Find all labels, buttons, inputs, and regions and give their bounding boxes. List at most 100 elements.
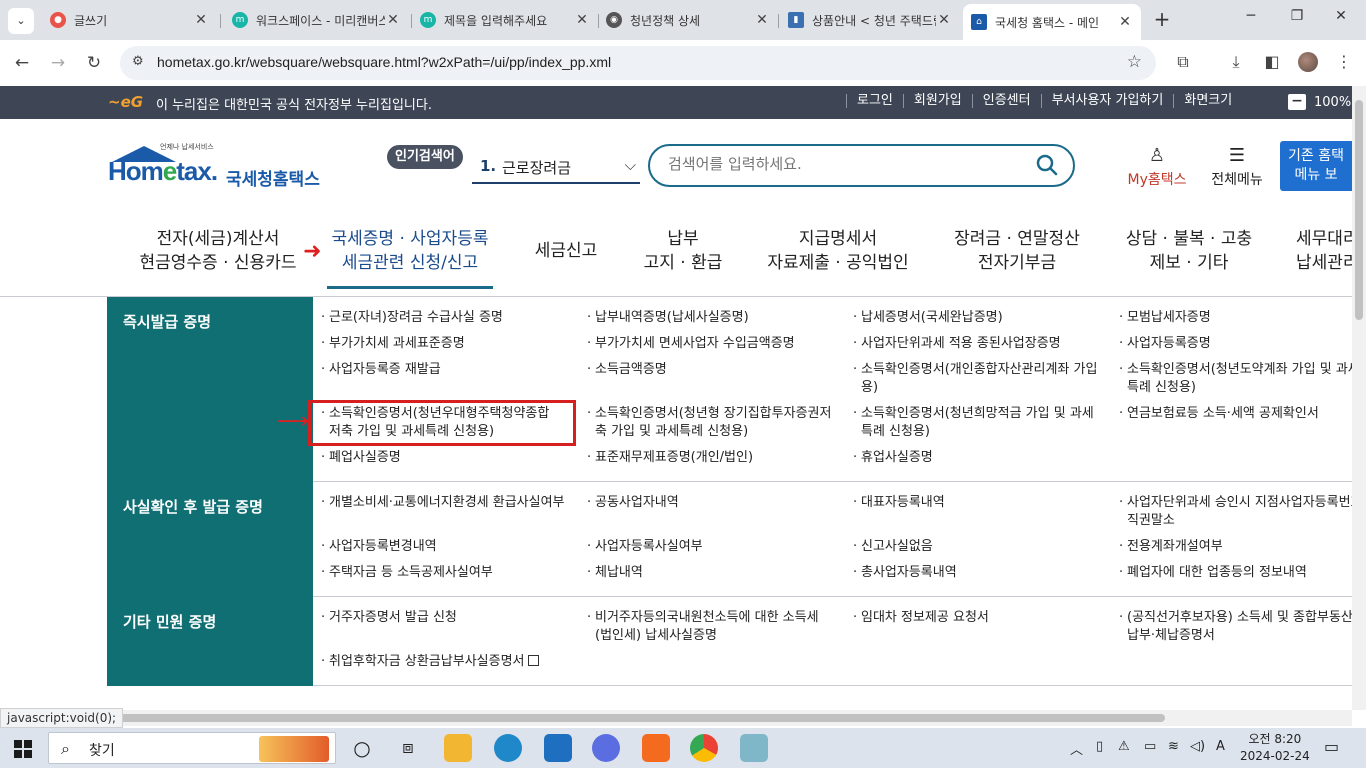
menu-item[interactable]: 표준재무제표증명(개인/법인) — [579, 449, 845, 467]
menu-item[interactable]: 근로(자녀)장려금 수급사실 증명 — [313, 309, 579, 327]
minimize-button[interactable]: ─ — [1236, 8, 1266, 24]
close-window-button[interactable]: ✕ — [1326, 8, 1356, 24]
close-icon[interactable]: ✕ — [193, 12, 209, 28]
file-explorer-icon[interactable] — [444, 734, 472, 762]
nav-incentives[interactable]: 장려금 · 연말정산 전자기부금 — [950, 227, 1084, 275]
clock[interactable]: 오전 8:20 2024-02-24 — [1240, 731, 1310, 765]
back-button[interactable]: ← — [9, 50, 35, 76]
new-tab-button[interactable]: + — [1151, 8, 1173, 30]
scroll-thumb[interactable] — [1355, 100, 1363, 320]
scroll-thumb[interactable] — [110, 714, 1165, 722]
tab-search-button[interactable]: ⌄ — [8, 8, 34, 34]
menu-item[interactable]: 사업자등록증 재발급 — [313, 361, 579, 397]
menu-item[interactable]: 부가가치세 과세표준증명 — [313, 335, 579, 353]
menu-item[interactable]: 임대차 정보제공 요청서 — [845, 609, 1111, 645]
mail-icon[interactable] — [544, 734, 572, 762]
nav-tax-agent[interactable]: 세무대리 납세관리 — [1296, 227, 1352, 275]
menu-item[interactable]: 전용계좌개설여부 — [1111, 538, 1352, 556]
address-bar[interactable]: ⚙ hometax.go.kr/websquare/websquare.html… — [120, 46, 1156, 80]
menu-item[interactable]: 소득확인증명서(개인종합자산관리계좌 가입용) — [845, 361, 1111, 397]
close-icon[interactable]: ✕ — [385, 12, 401, 28]
popular-search-select[interactable]: 1. 근로장려금 ⌵ — [472, 150, 640, 184]
chrome-icon[interactable] — [690, 734, 718, 762]
browser-tab-active[interactable]: ⌂ 국세청 홈택스 - 메인 ✕ — [963, 4, 1141, 40]
nav-payment-statement[interactable]: 지급명세서 자료제출 · 공익법인 — [762, 227, 914, 275]
battery-icon[interactable]: ▭ — [1144, 739, 1156, 754]
reload-button[interactable]: ↻ — [81, 50, 107, 76]
menu-item[interactable]: 신고사실없음 — [845, 538, 1111, 556]
menu-item[interactable]: 사업자등록변경내역 — [313, 538, 579, 556]
zoom-out-button[interactable]: − — [1288, 94, 1306, 110]
download-icon[interactable]: ⤓ — [1225, 52, 1247, 72]
hometax-logo[interactable]: 언제나 납세서비스 Hometax. 국세청홈택스 — [108, 142, 323, 192]
tray-chevron-icon[interactable]: ︿ — [1070, 739, 1083, 758]
copilot-icon[interactable] — [592, 734, 620, 762]
menu-item[interactable]: 연금보험료등 소득·세액 공제확인서 — [1111, 405, 1352, 441]
horizontal-scrollbar[interactable] — [0, 710, 1352, 726]
browser-tab[interactable]: m 제목을 입력해주세요 ✕ — [412, 6, 598, 34]
menu-item[interactable]: 주택자금 등 소득공제사실여부 — [313, 564, 579, 582]
menu-item[interactable]: 폐업자에 대한 업종등의 정보내역 — [1111, 564, 1352, 582]
url-text[interactable]: hometax.go.kr/websquare/websquare.html?w… — [157, 54, 611, 70]
browser-tab[interactable]: m 워크스페이스 - 미리캔버스 ✕ — [224, 6, 409, 34]
more-menu-icon[interactable]: ⋮ — [1333, 52, 1355, 71]
browser-tab[interactable]: ◉ 청년정책 상세 ✕ — [598, 6, 778, 34]
browser-tab[interactable]: ● 글쓰기 ✕ — [42, 6, 217, 34]
bookmark-star-icon[interactable]: ☆ — [1127, 52, 1142, 72]
close-icon[interactable]: ✕ — [754, 12, 770, 28]
menu-item[interactable]: 사업자단위과세 적용 종된사업장증명 — [845, 335, 1111, 353]
notification-icon[interactable]: ▭ — [1324, 737, 1339, 756]
menu-item[interactable]: 납세증명서(국세완납증명) — [845, 309, 1111, 327]
menu-item-highlighted[interactable]: 소득확인증명서(청년우대형주택청약종합저축 가입 및 과세특례 신청용) — [308, 400, 576, 446]
forward-button[interactable]: → — [45, 50, 71, 76]
nav-tax-filing[interactable]: 세금신고 — [530, 239, 602, 263]
menu-item[interactable]: 휴업사실증명 — [845, 449, 1111, 467]
nav-payment[interactable]: 납부 고지 · 환급 — [640, 227, 726, 275]
search-icon[interactable] — [1035, 153, 1059, 177]
taskbar-search[interactable]: ⌕ 찾기 — [48, 732, 336, 764]
windows-start-icon[interactable] — [14, 740, 32, 758]
signup-link[interactable]: 회원가입 — [902, 94, 972, 108]
vertical-scrollbar[interactable] — [1352, 86, 1366, 710]
legacy-menu-button[interactable]: 기존 홈택 메뉴 보 — [1280, 141, 1352, 191]
site-info-icon[interactable]: ⚙ — [132, 54, 144, 69]
edge-icon[interactable] — [494, 734, 522, 762]
volume-icon[interactable]: ◁) — [1190, 739, 1205, 754]
menu-item[interactable]: 부가가치세 면세사업자 수입금액증명 — [579, 335, 845, 353]
cert-center-link[interactable]: 인증센터 — [971, 94, 1041, 108]
login-link[interactable]: 로그인 — [846, 94, 903, 108]
all-menu-button[interactable]: ☰ 전체메뉴 — [1205, 145, 1269, 189]
menu-item[interactable]: 소득확인증명서(청년형 장기집합투자증권저축 가입 및 과세특례 신청용) — [579, 405, 845, 441]
tray-device-icon[interactable]: ▯ — [1096, 739, 1103, 754]
menu-item[interactable]: 사업자등록사실여부 — [579, 538, 845, 556]
app-icon[interactable] — [740, 734, 768, 762]
menu-item[interactable]: 폐업사실증명 — [313, 449, 579, 467]
menu-item[interactable]: 비거주자등의국내원천소득에 대한 소득세(법인세) 납세사실증명 — [579, 609, 845, 645]
nav-consultation[interactable]: 상담 · 불복 · 고충 제보 · 기타 — [1122, 227, 1256, 275]
tray-app-icon[interactable]: ⚠ — [1118, 739, 1130, 754]
game-app-icon[interactable] — [642, 734, 670, 762]
menu-item-external[interactable]: 취업후학자금 상환금납부사실증명서 — [313, 653, 579, 671]
menu-item[interactable]: 사업자등록증명 — [1111, 335, 1352, 353]
menu-item[interactable]: 대표자등록내역 — [845, 494, 1111, 530]
search-input[interactable] — [668, 155, 1018, 173]
menu-item[interactable]: (공직선거후보자용) 소득세 및 종합부동산세 납부·체납증명서 — [1111, 609, 1352, 645]
close-icon[interactable]: ✕ — [574, 12, 590, 28]
menu-item[interactable]: 모범납세자증명 — [1111, 309, 1352, 327]
extensions-icon[interactable]: ⧉ — [1172, 52, 1194, 72]
menu-item[interactable]: 소득확인증명서(청년도약계좌 가입 및 과세특례 신청용) — [1111, 361, 1352, 397]
restore-button[interactable]: ❐ — [1282, 8, 1312, 24]
menu-item[interactable]: 납부내역증명(납세사실증명) — [579, 309, 845, 327]
profile-avatar[interactable] — [1298, 52, 1318, 72]
menu-item[interactable]: 소득확인증명서(청년희망적금 가입 및 과세특례 신청용) — [845, 405, 1111, 441]
dept-user-signup-link[interactable]: 부서사용자 가입하기 — [1040, 94, 1174, 108]
menu-item[interactable]: 공동사업자내역 — [579, 494, 845, 530]
menu-item[interactable]: 사업자단위과세 승인시 지점사업자등록번호 직권말소 — [1111, 494, 1352, 530]
nav-certificates[interactable]: 국세증명 · 사업자등록 세금관련 신청/신고 — [327, 227, 493, 289]
close-icon[interactable]: ✕ — [936, 12, 952, 28]
menu-item[interactable]: 소득금액증명 — [579, 361, 845, 397]
myhometax-button[interactable]: ♙ My홈택스 — [1122, 145, 1192, 189]
menu-item[interactable]: 체납내역 — [579, 564, 845, 582]
wifi-icon[interactable]: ≋ — [1168, 739, 1179, 754]
nav-e-invoice[interactable]: 전자(세금)계산서 현금영수증 · 신용카드 — [128, 227, 308, 275]
